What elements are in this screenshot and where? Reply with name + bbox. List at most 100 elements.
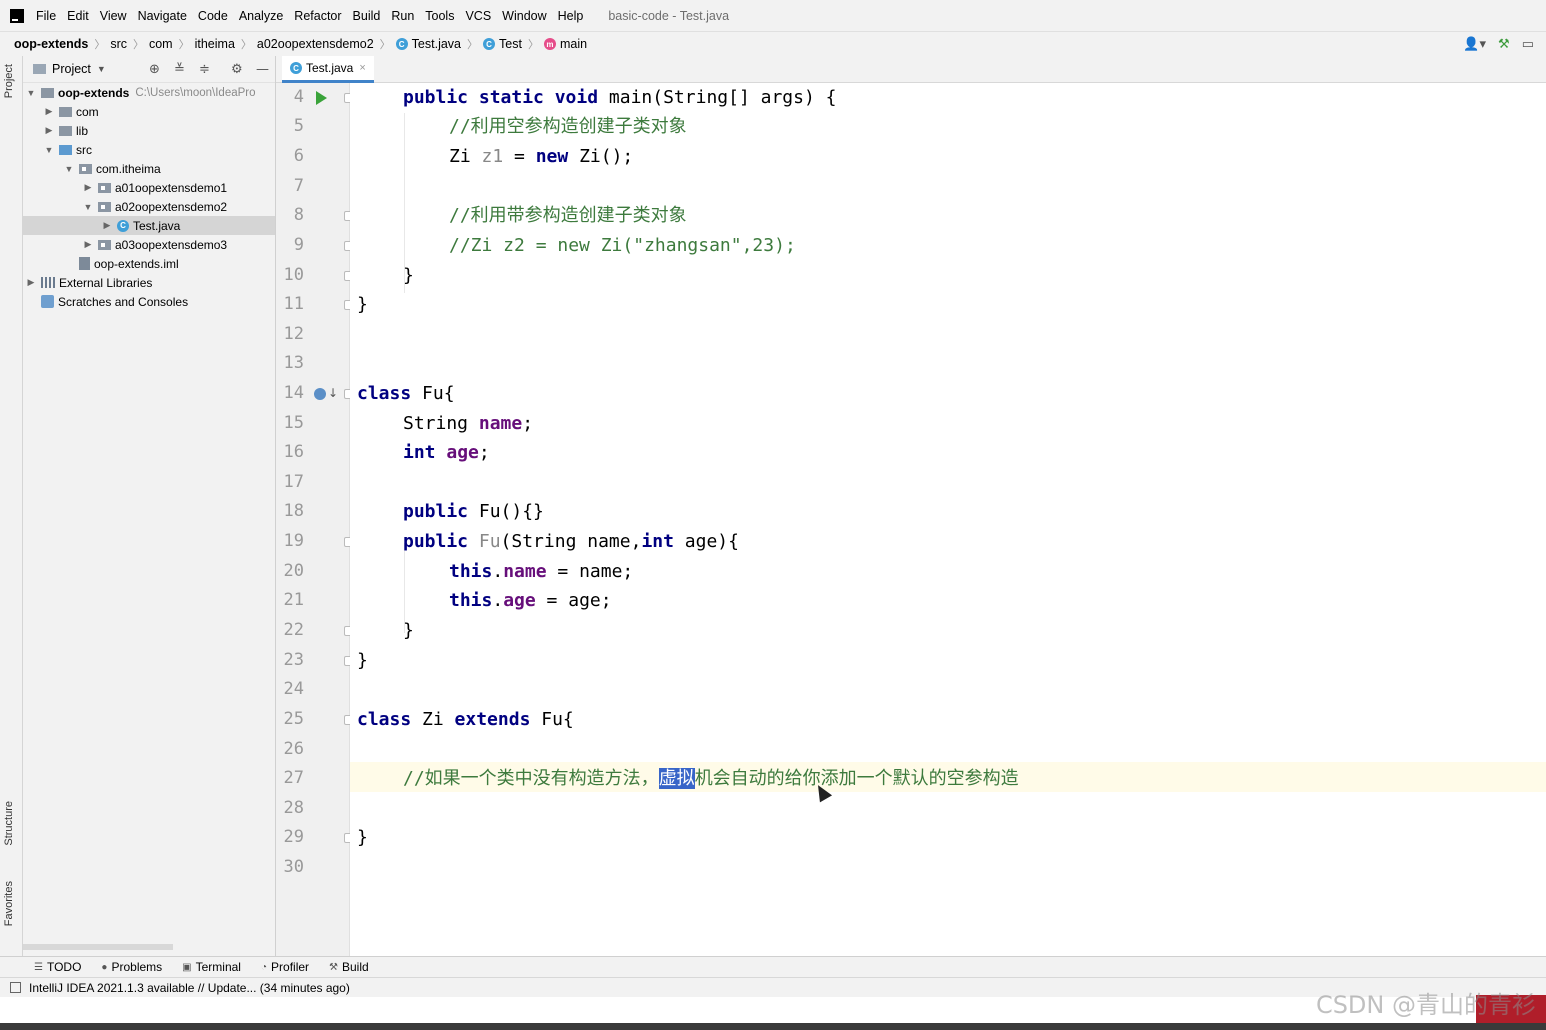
menu-tools[interactable]: Tools — [425, 9, 454, 23]
code-editor[interactable]: public static void main(String[] args) {… — [350, 83, 1546, 956]
line-number: 6 — [293, 146, 304, 166]
selected-text[interactable]: 虚拟 — [658, 768, 695, 789]
nav-toolbar-right: 👤▾ ⚒ ▭ — [1463, 32, 1546, 56]
code-text: String — [403, 413, 479, 434]
chevron-right-icon[interactable]: ▶ — [82, 182, 94, 193]
gear-icon[interactable]: ⚙ — [231, 62, 243, 77]
tree-item-label: lib — [76, 123, 89, 138]
breadcrumb-package[interactable]: a02oopextensdemo2 — [257, 37, 374, 51]
menu-window[interactable]: Window — [502, 9, 546, 23]
arrow-down-icon[interactable]: ↓ — [328, 386, 338, 400]
chevron-right-icon[interactable]: ▶ — [43, 106, 55, 117]
close-icon[interactable]: × — [359, 62, 365, 74]
breadcrumb-file-label: Test.java — [411, 37, 462, 51]
bottom-tool-bar: ☰ TODO ● Problems ▣ Terminal ◔ Profiler ⚒ Bui… — [0, 956, 1546, 977]
breadcrumb-itheima[interactable]: itheima — [195, 37, 235, 51]
tree-item-src[interactable]: ▼ src — [23, 140, 275, 159]
tree-item-label: oop-extends.iml — [94, 256, 179, 271]
line-number: 18 — [283, 501, 304, 521]
tree-item-scratches[interactable]: Scratches and Consoles — [23, 292, 275, 311]
code-line-14: class Fu{ — [357, 379, 455, 409]
build-tool-button[interactable]: ⚒ Build — [329, 960, 369, 974]
code-line-20: this.name = name; — [449, 557, 633, 587]
todo-tool-button[interactable]: ☰ TODO — [34, 960, 81, 974]
source-folder-icon — [59, 144, 72, 155]
tree-item-lib[interactable]: ▶ lib — [23, 121, 275, 140]
tree-item-package[interactable]: ▶ a03oopextensdemo3 — [23, 235, 275, 254]
window-title: basic-code - Test.java — [608, 8, 730, 23]
menu-vcs[interactable]: VCS — [465, 9, 491, 23]
line-number: 14 — [283, 383, 304, 403]
chevron-right-icon[interactable]: ▶ — [25, 277, 37, 288]
breadcrumb-class[interactable]: C Test — [483, 37, 522, 51]
chevron-down-icon[interactable]: ▼ — [43, 145, 55, 155]
chevron-down-icon[interactable]: ▼ — [97, 64, 106, 74]
project-side-tab[interactable]: Project — [3, 64, 15, 98]
chevron-down-icon[interactable]: ▼ — [82, 202, 94, 212]
menu-analyze[interactable]: Analyze — [239, 9, 283, 23]
status-message[interactable]: IntelliJ IDEA 2021.1.3 available // Upda… — [29, 981, 350, 995]
run-config-icon[interactable]: ▭ — [1522, 36, 1534, 52]
line-number: 20 — [283, 561, 304, 581]
problems-tool-button[interactable]: ● Problems — [101, 960, 162, 974]
chevron-right-icon: 〉 — [527, 39, 539, 51]
breadcrumb: oop-extends 〉 src 〉 com 〉 itheima 〉 a02oopex… — [0, 31, 1546, 56]
menu-code[interactable]: Code — [198, 9, 228, 23]
menu-view[interactable]: View — [100, 9, 127, 23]
menu-refactor[interactable]: Refactor — [294, 9, 341, 23]
tree-item-external-libraries[interactable]: ▶ External Libraries — [23, 273, 275, 292]
build-hammer-icon[interactable]: ⚒ — [1498, 36, 1510, 52]
breadcrumb-com[interactable]: com — [149, 37, 173, 51]
chevron-down-icon[interactable]: ▼ — [25, 88, 37, 98]
expand-all-icon[interactable]: ≚ — [174, 62, 185, 77]
chevron-right-icon[interactable]: ▶ — [101, 220, 113, 231]
menu-build[interactable]: Build — [353, 9, 381, 23]
chevron-right-icon[interactable]: ▶ — [82, 239, 94, 250]
keyword: public — [403, 501, 469, 522]
tree-item-package[interactable]: ▼ com.itheima — [23, 159, 275, 178]
chevron-right-icon[interactable]: ▶ — [43, 125, 55, 136]
chevron-down-icon[interactable]: ▼ — [63, 164, 75, 174]
implemented-icon[interactable] — [314, 388, 326, 400]
line-number: 23 — [283, 650, 304, 670]
menu-run[interactable]: Run — [391, 9, 414, 23]
tool-label: Terminal — [195, 960, 241, 974]
menu-edit[interactable]: Edit — [67, 9, 89, 23]
menu-file[interactable]: File — [36, 9, 56, 23]
profiler-tool-button[interactable]: ◔ Profiler — [261, 960, 309, 974]
project-panel-title[interactable]: Project — [52, 62, 91, 76]
code-text: ; — [522, 413, 534, 434]
collapse-all-icon[interactable]: ≑ — [199, 62, 210, 77]
tree-item-test-java[interactable]: ▶ C Test.java — [23, 216, 275, 235]
layout-toggle-icon[interactable] — [10, 982, 21, 993]
library-icon — [41, 277, 55, 288]
intellij-logo-icon — [10, 8, 24, 23]
favorites-side-tab[interactable]: Favorites — [3, 881, 15, 926]
tree-item-label: Test.java — [133, 218, 181, 233]
code-text: Fu{ — [411, 383, 455, 404]
user-icon[interactable]: 👤▾ — [1463, 36, 1486, 52]
code-text: ; — [478, 442, 490, 463]
tree-item-label: com — [76, 104, 99, 119]
tab-test-java[interactable]: C Test.java × — [282, 56, 374, 83]
code-text: = name; — [546, 561, 634, 582]
menu-help[interactable]: Help — [558, 9, 584, 23]
tree-item-com[interactable]: ▶ com — [23, 102, 275, 121]
structure-side-tab[interactable]: Structure — [3, 801, 15, 846]
tree-item-package[interactable]: ▼ a02oopextensdemo2 — [23, 197, 275, 216]
tree-item-iml[interactable]: oop-extends.iml — [23, 254, 275, 273]
breadcrumb-file[interactable]: C Test.java — [395, 37, 462, 51]
breadcrumb-method[interactable]: m main — [543, 37, 587, 51]
minimize-icon[interactable]: — — [256, 62, 269, 77]
breadcrumb-src[interactable]: src — [110, 37, 127, 51]
tree-item-project[interactable]: ▼ oop-extends C:\Users\moon\IdeaPro — [23, 83, 275, 102]
breadcrumb-project[interactable]: oop-extends — [14, 37, 88, 51]
folder-icon — [59, 106, 72, 117]
run-icon[interactable] — [316, 91, 327, 105]
tree-item-package[interactable]: ▶ a01oopextensdemo1 — [23, 178, 275, 197]
menu-navigate[interactable]: Navigate — [138, 9, 187, 23]
terminal-tool-button[interactable]: ▣ Terminal — [182, 960, 241, 974]
horizontal-scrollbar[interactable] — [23, 944, 173, 950]
locate-icon[interactable]: ⊕ — [149, 62, 160, 77]
constructor-name: Fu — [468, 531, 501, 552]
